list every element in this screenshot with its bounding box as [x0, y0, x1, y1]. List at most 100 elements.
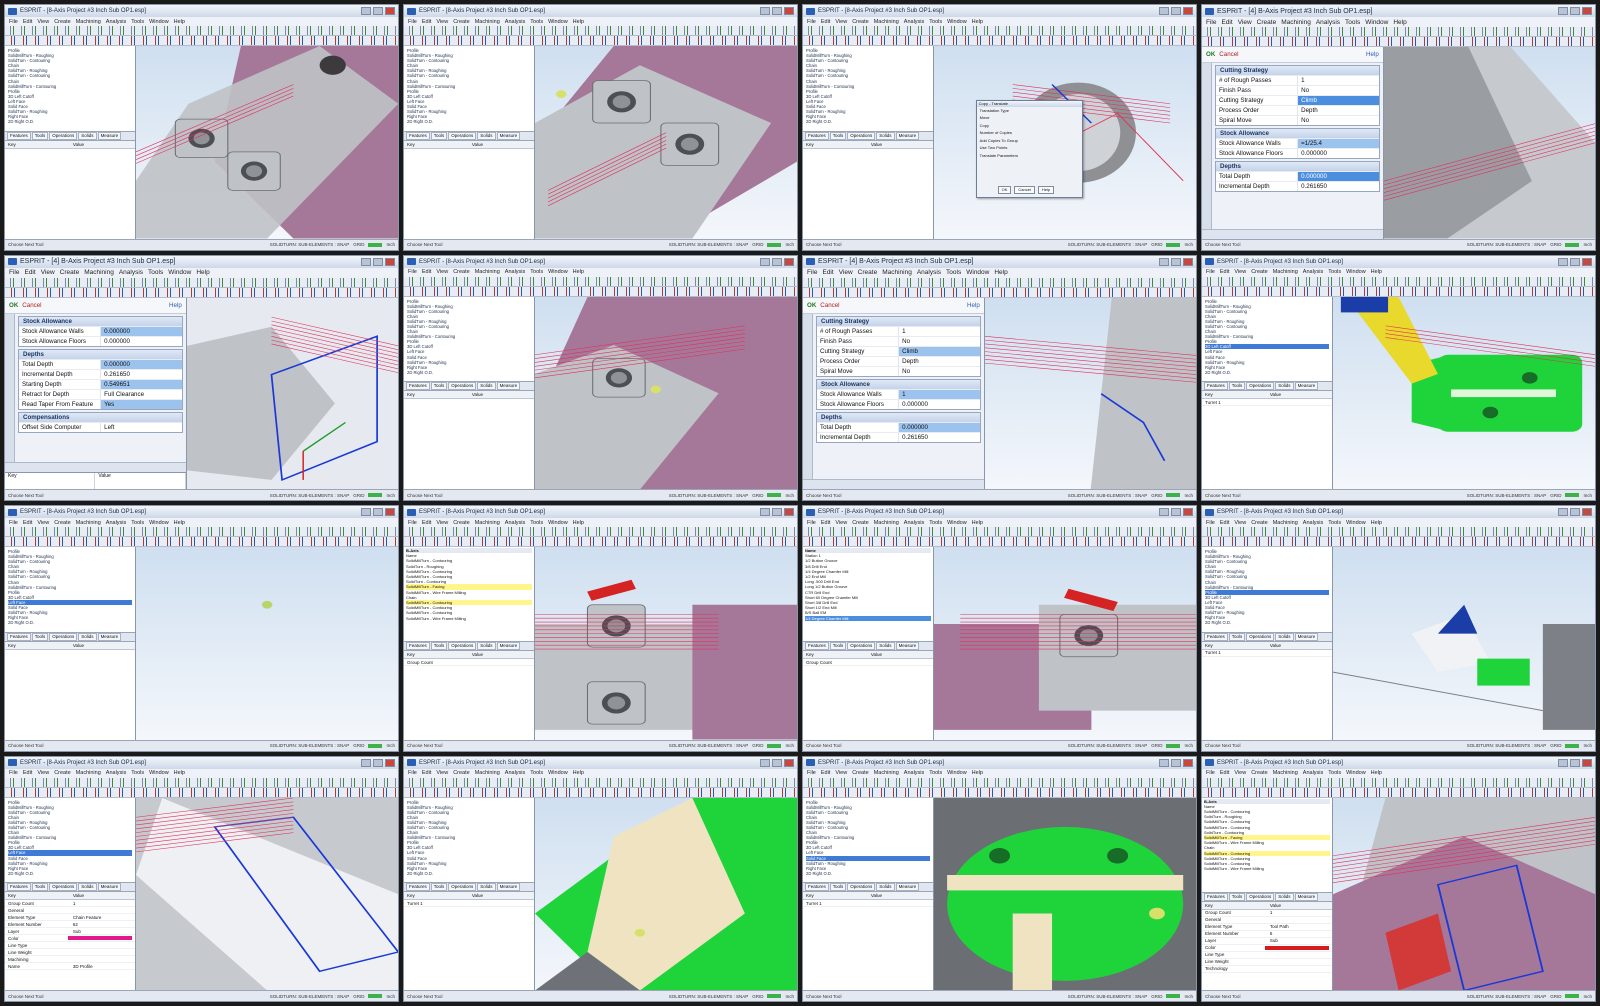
panel-tab[interactable]: Measure — [496, 642, 521, 651]
main-toolbar[interactable] — [1202, 276, 1595, 287]
main-toolbar[interactable] — [5, 277, 398, 288]
panel-tab[interactable]: Operations — [847, 642, 876, 651]
menu-item[interactable]: Create — [54, 770, 71, 776]
menu-item[interactable]: Edit — [23, 770, 32, 776]
menu-item[interactable]: Create — [54, 520, 71, 526]
main-toolbar[interactable] — [404, 777, 797, 788]
minimize-button[interactable] — [1558, 508, 1568, 516]
main-toolbar[interactable] — [5, 26, 398, 36]
panel-tab[interactable]: Solids — [1275, 892, 1294, 901]
maximize-button[interactable] — [373, 7, 383, 15]
menu-item[interactable]: Machining — [874, 770, 899, 776]
feature-tree[interactable]: Profile SolidMillTurn - Roughing SolidTurn… — [1202, 547, 1332, 633]
menu-item[interactable]: File — [807, 520, 816, 526]
grid-status[interactable]: GRID — [752, 994, 763, 999]
3d-graphics-viewport[interactable]: Copy - Translate Translation Type Move Copy… — [933, 46, 1196, 239]
popup-option[interactable]: Copy — [977, 122, 1082, 130]
menu-item[interactable]: Machining — [1281, 19, 1311, 26]
menu-item[interactable]: File — [408, 19, 417, 25]
menu-item[interactable]: View — [436, 520, 448, 526]
panel-tab[interactable]: Features — [406, 131, 430, 140]
feature-tree[interactable]: Profile SolidMillTurn - Roughing SolidTurn… — [803, 46, 933, 132]
property-value[interactable]: 5 — [1267, 931, 1332, 936]
property-row[interactable]: Layer Sub — [5, 928, 135, 936]
close-button[interactable] — [385, 758, 395, 767]
parameter-row[interactable]: Cutting Strategy Climb — [817, 345, 980, 356]
minimize-button[interactable] — [760, 7, 770, 15]
popup-button[interactable]: OK — [997, 186, 1012, 195]
menu-item[interactable]: Analysis — [904, 19, 924, 25]
close-button[interactable] — [1582, 7, 1592, 15]
property-value[interactable]: 1 — [70, 901, 135, 906]
grid-status[interactable]: GRID — [1151, 242, 1162, 247]
menu-item[interactable]: Create — [54, 19, 71, 25]
parameter-value[interactable]: Climb — [1297, 96, 1379, 105]
menu-item[interactable]: Machining — [84, 269, 114, 276]
menu-item[interactable]: View — [41, 269, 55, 276]
menu-item[interactable]: Help — [174, 770, 185, 776]
menu-item[interactable]: File — [807, 269, 817, 276]
parameter-row[interactable]: Process Order Depth — [1216, 105, 1379, 115]
menu-item[interactable]: Analysis — [917, 269, 941, 276]
menu-item[interactable]: Tools — [1328, 770, 1341, 776]
property-row[interactable]: Line Weight — [1202, 959, 1332, 966]
maximize-button[interactable] — [1570, 7, 1580, 15]
drawing-toolbar[interactable] — [404, 537, 797, 547]
grid-status[interactable]: GRID — [752, 242, 763, 247]
menu-item[interactable]: Analysis — [904, 770, 924, 776]
menu-item[interactable]: Window — [149, 19, 169, 25]
panel-tab[interactable]: Solids — [477, 642, 496, 651]
panel-tab[interactable]: Measure — [97, 131, 122, 140]
menu-item[interactable]: Tools — [148, 269, 163, 276]
3d-graphics-viewport[interactable] — [1332, 547, 1595, 740]
menu-item[interactable]: Tools — [946, 269, 961, 276]
property-row[interactable]: Color — [5, 935, 135, 943]
parameter-value[interactable]: 1 — [1297, 76, 1379, 85]
popup-option[interactable]: Add Copies To Group — [977, 137, 1082, 145]
drawing-toolbar[interactable] — [5, 36, 398, 46]
menu-item[interactable]: View — [436, 19, 448, 25]
drawing-toolbar[interactable] — [5, 537, 398, 547]
grid-status[interactable]: GRID — [353, 242, 364, 247]
main-toolbar[interactable] — [5, 527, 398, 537]
parameter-value[interactable]: No — [898, 366, 980, 376]
parameter-row[interactable]: Retract for Depth Full Clearance — [19, 388, 182, 399]
panel-tab[interactable]: Tools — [430, 642, 448, 651]
menu-item[interactable]: Window — [548, 269, 568, 275]
stock-walls-value[interactable]: =1/25.4 — [1297, 139, 1379, 148]
parameter-value[interactable]: Full Clearance — [100, 389, 182, 399]
parameter-row[interactable]: Finish Pass No — [817, 335, 980, 346]
parameter-row[interactable]: Spiral Move No — [817, 365, 980, 376]
panel-tab[interactable]: Features — [805, 883, 829, 892]
menu-item[interactable]: Tools — [929, 19, 942, 25]
stock-walls-value[interactable]: 1 — [898, 389, 980, 399]
menu-item[interactable]: Edit — [422, 269, 431, 275]
tree-item[interactable]: 2D Right O.D. — [8, 871, 132, 876]
main-toolbar[interactable] — [803, 527, 1196, 537]
menu-item[interactable]: Analysis — [505, 19, 525, 25]
menu-item[interactable]: Edit — [422, 520, 431, 526]
menu-item[interactable]: File — [9, 520, 18, 526]
maximize-button[interactable] — [772, 508, 782, 516]
property-row[interactable]: Layer Sub — [1202, 938, 1332, 945]
minimize-button[interactable] — [361, 508, 371, 516]
panel-tab[interactable]: Measure — [895, 883, 920, 892]
property-row[interactable]: Element Type Chain Feature — [5, 914, 135, 922]
menu-item[interactable]: Analysis — [904, 520, 924, 526]
panel-tab[interactable]: Features — [7, 883, 31, 892]
panel-tab[interactable]: Features — [406, 642, 430, 651]
maximize-button[interactable] — [1171, 257, 1181, 266]
panel-tab[interactable]: Solids — [1275, 382, 1294, 391]
panel-tab[interactable]: Solids — [1275, 632, 1294, 641]
parameter-row[interactable]: Total Depth 0.000000 — [817, 421, 980, 432]
menu-item[interactable]: File — [9, 269, 19, 276]
tree-item[interactable]: 2D Right O.D. — [407, 871, 531, 876]
panel-tab[interactable]: Solids — [78, 131, 97, 140]
menu-item[interactable]: Create — [453, 19, 470, 25]
panel-tab[interactable]: Tools — [430, 131, 448, 140]
drawing-toolbar[interactable] — [1202, 37, 1595, 47]
snap-mode-status[interactable]: SOLIDTURN: SUB-ELEMENTS : SNAP — [669, 743, 749, 748]
dialog-button-strip[interactable] — [5, 462, 186, 472]
close-button[interactable] — [385, 257, 395, 266]
parameter-value[interactable]: 0.261650 — [100, 369, 182, 379]
